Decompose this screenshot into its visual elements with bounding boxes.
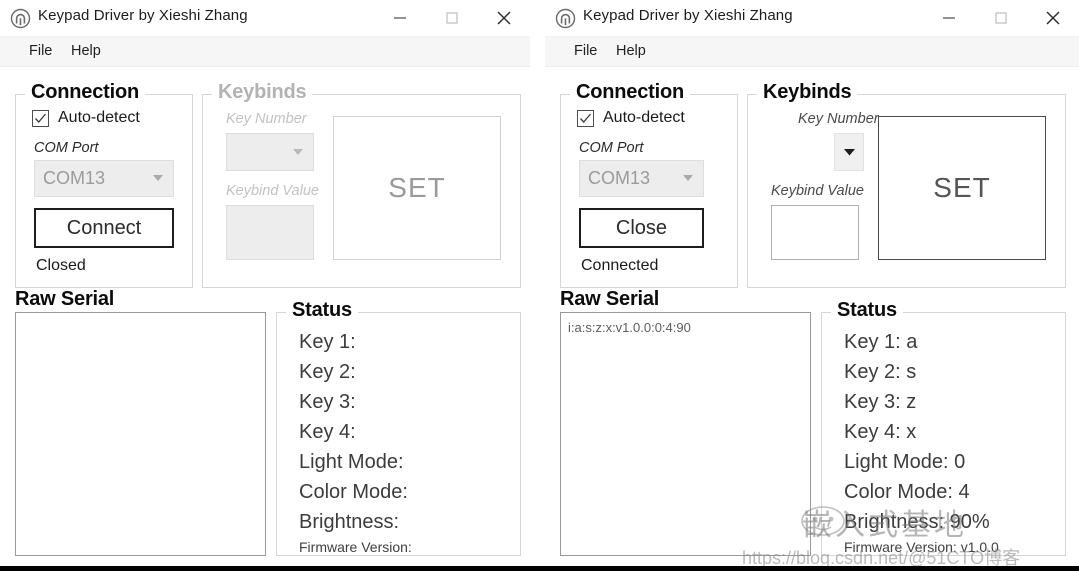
chevron-down-icon — [843, 148, 855, 156]
chevron-down-icon — [153, 175, 163, 182]
close-connection-button-label: Close — [615, 216, 668, 239]
status-list: Key 1: a Key 2: s Key 3: z Key 4: x Ligh… — [844, 327, 999, 557]
keybind-value-text — [227, 206, 313, 218]
status-line-key2: Key 2: — [299, 361, 356, 383]
status-line-light-mode: Light Mode: — [299, 451, 404, 473]
menu-item-file[interactable]: File — [569, 42, 602, 60]
keybind-value-input[interactable] — [226, 205, 314, 260]
menubar: File Help — [0, 37, 530, 67]
maximize-icon[interactable] — [426, 0, 478, 36]
set-button[interactable]: SET — [878, 116, 1046, 260]
key-number-select[interactable] — [834, 133, 864, 171]
minimize-icon[interactable] — [374, 0, 426, 36]
raw-serial-text — [16, 313, 265, 325]
titlebar: Keypad Driver by Xieshi Zhang — [0, 0, 530, 37]
status-group-title: Status — [286, 299, 358, 322]
status-line-light-mode: Light Mode: 0 — [844, 451, 966, 473]
close-connection-button[interactable]: Close — [579, 208, 704, 248]
maximize-icon[interactable] — [975, 0, 1027, 36]
window-controls — [923, 0, 1079, 36]
com-port-value: COM13 — [43, 168, 106, 188]
open-source-logo-icon — [555, 8, 576, 29]
window-controls — [374, 0, 530, 36]
raw-serial-text: i:a:s:z:x:v1.0.0:0:4:90 — [568, 320, 691, 335]
status-line-key1: Key 1: — [299, 331, 356, 353]
connection-group-title: Connection — [570, 81, 690, 104]
status-line-color-mode: Color Mode: — [299, 481, 408, 503]
status-list: Key 1: Key 2: Key 3: Key 4: Light Mode: … — [299, 327, 412, 557]
menubar: File Help — [545, 37, 1079, 67]
keybind-value-label: Keybind Value — [226, 183, 319, 199]
menu-item-help[interactable]: Help — [66, 42, 106, 60]
chevron-down-icon — [293, 148, 303, 156]
minimize-icon[interactable] — [923, 0, 975, 36]
status-line-firmware: Firmware Version: v1.0.0 — [844, 539, 999, 555]
status-line-brightness: Brightness: — [299, 511, 400, 533]
connection-state-text: Closed — [36, 257, 86, 274]
connect-button-label: Connect — [66, 216, 142, 239]
close-icon[interactable] — [1027, 0, 1079, 36]
raw-serial-output[interactable] — [15, 312, 266, 556]
com-port-select[interactable]: COM13 — [34, 160, 174, 197]
status-line-key1: Key 1: a — [844, 331, 918, 353]
connect-button[interactable]: Connect — [34, 208, 174, 248]
status-line-key3: Key 3: z — [844, 391, 917, 413]
connection-group: Connection Auto-detect COM Port COM13 Co… — [15, 81, 193, 288]
com-port-label: COM Port — [34, 140, 99, 156]
window-right-connected: Keypad Driver by Xieshi Zhang File Help … — [545, 0, 1079, 566]
auto-detect-label: Auto-detect — [603, 109, 685, 126]
window-title: Keypad Driver by Xieshi Zhang — [583, 7, 793, 24]
checkbox-checked-icon — [32, 109, 49, 127]
com-port-select[interactable]: COM13 — [579, 160, 704, 197]
status-line-key4: Key 4: x — [844, 421, 917, 443]
titlebar: Keypad Driver by Xieshi Zhang — [545, 0, 1079, 37]
connection-group: Connection Auto-detect COM Port COM13 Cl… — [560, 81, 738, 288]
raw-serial-group: Raw Serial i:a:s:z:x:v1.0.0:0:4:90 — [560, 288, 811, 556]
keybind-value-input[interactable] — [771, 205, 859, 260]
status-line-brightness: Brightness: 90% — [844, 511, 990, 533]
raw-serial-title: Raw Serial — [560, 288, 666, 311]
auto-detect-checkbox[interactable]: Auto-detect — [577, 109, 685, 127]
key-number-select[interactable] — [226, 133, 314, 171]
status-line-firmware: Firmware Version: — [299, 539, 412, 555]
keybinds-group-title: Keybinds — [757, 81, 858, 104]
window-title: Keypad Driver by Xieshi Zhang — [38, 7, 248, 24]
set-button[interactable]: SET — [333, 116, 501, 260]
menu-item-file[interactable]: File — [24, 42, 57, 60]
connection-state-text: Connected — [581, 257, 659, 274]
status-line-key2: Key 2: s — [844, 361, 917, 383]
set-button-label: SET — [933, 172, 991, 203]
close-icon[interactable] — [478, 0, 530, 36]
checkbox-checked-icon — [577, 109, 594, 127]
keybind-value-label: Keybind Value — [771, 183, 864, 199]
keybind-value-text — [772, 206, 858, 218]
status-line-key3: Key 3: — [299, 391, 356, 413]
set-button-label: SET — [388, 172, 446, 203]
bottom-edge-bar — [0, 566, 1079, 571]
status-group: Status Key 1: Key 2: Key 3: Key 4: Light… — [276, 299, 521, 557]
key-number-label: Key Number — [798, 111, 879, 127]
keybinds-group-title: Keybinds — [212, 81, 313, 104]
window-left-disconnected: Keypad Driver by Xieshi Zhang File Help … — [0, 0, 530, 566]
com-port-label: COM Port — [579, 140, 644, 156]
keybinds-group: Keybinds Key Number Keybind Value SET — [202, 81, 521, 288]
status-group-title: Status — [831, 299, 903, 322]
chevron-down-icon — [683, 175, 693, 182]
status-line-color-mode: Color Mode: 4 — [844, 481, 970, 503]
raw-serial-output[interactable]: i:a:s:z:x:v1.0.0:0:4:90 — [560, 312, 811, 556]
auto-detect-checkbox[interactable]: Auto-detect — [32, 109, 140, 127]
auto-detect-label: Auto-detect — [58, 109, 140, 126]
menu-item-help[interactable]: Help — [611, 42, 651, 60]
open-source-logo-icon — [10, 8, 31, 29]
status-group: Status Key 1: a Key 2: s Key 3: z Key 4:… — [821, 299, 1066, 557]
key-number-label: Key Number — [226, 111, 307, 127]
raw-serial-title: Raw Serial — [15, 288, 121, 311]
status-line-key4: Key 4: — [299, 421, 356, 443]
raw-serial-group: Raw Serial — [15, 288, 266, 556]
com-port-value: COM13 — [588, 168, 651, 188]
keybinds-group: Keybinds Key Number Keybind Value SET — [747, 81, 1066, 288]
connection-group-title: Connection — [25, 81, 145, 104]
screenshot-root: Keypad Driver by Xieshi Zhang File Help … — [0, 0, 1079, 571]
